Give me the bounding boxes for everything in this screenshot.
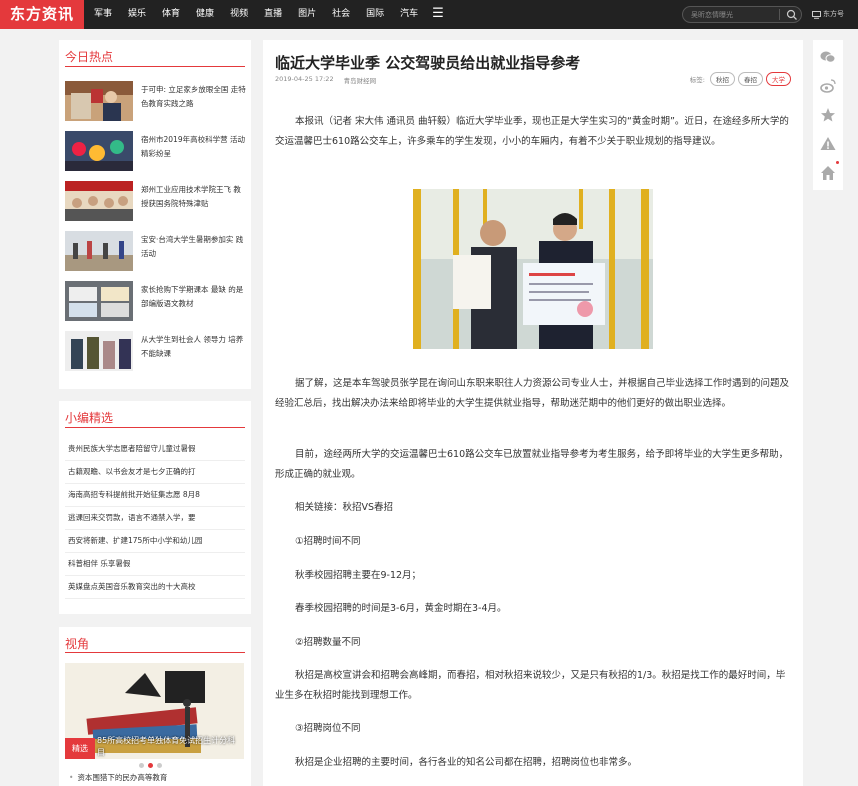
today-hot-title: 今日热点 [65, 50, 114, 64]
search-input[interactable] [691, 8, 775, 21]
article-photo [413, 189, 653, 349]
channel-nav: 军事 娱乐 体育 健康 视频 直播 图片 社会 国际 汽车 ☰ [86, 0, 450, 29]
divider [65, 652, 245, 653]
editor-picks-panel: 小编精选 贵州民族大学志愿者陪留守儿童过暑假 古籍观瞻、以书会友才是七夕正确的打… [59, 401, 251, 614]
hot-item-text: 宝安·台湾大学生暑期参加实 践活动 [141, 235, 244, 258]
nav-item-sports[interactable]: 体育 [154, 0, 188, 29]
hot-thumbnail [65, 231, 133, 271]
article-paragraph: 秋招是企业招聘的主要时间，各行各业的知名公司都在招聘，招聘岗位也非常多。 [295, 757, 638, 768]
hot-item[interactable]: 于可申: 立足家乡放眼全国 走特色教育实践之路 [65, 81, 247, 123]
carousel-dot-active[interactable] [148, 763, 153, 768]
hot-thumbnail [65, 131, 133, 171]
article-meta: 2019-04-25 17:22 青岛财经网 [275, 75, 376, 85]
article-paragraph: 目前，途经两所大学的交运温馨巴士610路公交车已放置就业指导参考为考生服务，给予… [275, 449, 789, 480]
nav-item-society[interactable]: 社会 [324, 0, 358, 29]
featured-caption[interactable]: 85所高校招考单独体育免试招生计分科目 [97, 735, 243, 759]
article-paragraph: 秋季校园招聘主要在9-12月； [295, 570, 422, 581]
carousel-dot[interactable] [157, 763, 162, 768]
search-divider [779, 9, 780, 20]
picks-list: 贵州民族大学志愿者陪留守儿童过暑假 古籍观瞻、以书会友才是七夕正确的打 海南高招… [65, 438, 245, 599]
hot-thumbnail [65, 281, 133, 321]
hot-thumbnail [65, 331, 133, 371]
nav-item-entertainment[interactable]: 娱乐 [120, 0, 154, 29]
hot-item-text: 家长抢购下学期课本 最缺 的是部编版语文教材 [141, 285, 244, 308]
hot-item-text: 郑州工业应用技术学院王飞 教授获国务院特殊津贴 [141, 185, 241, 208]
divider [65, 427, 245, 428]
carousel-dots [139, 763, 162, 768]
article-paragraph: 据了解，这是本车驾驶员张学昆在询问山东职来职往人力资源公司专业人士，并根据自己毕… [275, 378, 790, 409]
article-paragraph: 相关链接：秋招VS春招 [295, 502, 394, 513]
site-logo[interactable]: 东方资讯 [0, 0, 84, 29]
list-item[interactable]: 海南高招专科提前批开始征集志愿 8月8 [65, 484, 245, 507]
hot-item-text: 宿州市2019年高校科学营 活动精彩纷呈 [141, 135, 245, 158]
hot-item[interactable]: 宝安·台湾大学生暑期参加实 践活动 [65, 231, 247, 273]
tags-label: 标签: [689, 76, 705, 84]
hot-item[interactable]: 家长抢购下学期课本 最缺 的是部编版语文教材 [65, 281, 247, 323]
hot-item[interactable]: 宿州市2019年高校科学营 活动精彩纷呈 [65, 131, 247, 173]
share-toolbar [813, 40, 843, 190]
nav-item-pictures[interactable]: 图片 [290, 0, 324, 29]
list-item[interactable]: 逃课回来交罚款，语言不通禁入学，要 [65, 507, 245, 530]
views-title: 视角 [65, 637, 90, 651]
dongfanghao-label: 东方号 [823, 10, 844, 18]
star-icon[interactable] [819, 106, 837, 124]
nav-item-health[interactable]: 健康 [188, 0, 222, 29]
hot-item[interactable]: 郑州工业应用技术学院王飞 教授获国务院特殊津贴 [65, 181, 247, 223]
monitor-icon [812, 10, 821, 19]
hot-item-text: 从大学生到社会人 领导力 培养不能缺课 [141, 335, 244, 358]
article-title: 临近大学毕业季 公交驾驶员给出就业指导参考 [275, 54, 581, 72]
article-paragraph: 本报讯（记者 宋大伟 通讯员 曲轩毅）临近大学毕业季，现也正是大学生实习的“黄金… [275, 116, 789, 147]
list-item[interactable]: 英媒盘点英国音乐教育突出的十大高校 [65, 576, 245, 599]
article-source[interactable]: 青岛财经网 [344, 75, 377, 85]
views-panel: 视角 精选 85所高校招考单独体育免试招生计分科目 资本围猎下的民办高等教育 [59, 627, 251, 786]
hot-item-text: 于可申: 立足家乡放眼全国 走特色教育实践之路 [141, 85, 246, 108]
list-item[interactable]: 古籍观瞻、以书会友才是七夕正确的打 [65, 461, 245, 484]
nav-item-live[interactable]: 直播 [256, 0, 290, 29]
hot-item[interactable]: 从大学生到社会人 领导力 培养不能缺课 [65, 331, 247, 373]
tag-autumn-recruitment[interactable]: 秋招 [710, 72, 735, 86]
hot-thumbnail [65, 181, 133, 221]
article-paragraph: 春季校园招聘的时间是3-6月，黄金时期在3-4月。 [295, 603, 507, 614]
notification-dot [836, 161, 839, 164]
article-paragraph: 秋招是高校宣讲会和招聘会高峰期，而春招，相对秋招来说较少，又是只有秋招的1/3。… [275, 670, 786, 701]
divider [65, 66, 245, 67]
list-item[interactable]: 贵州民族大学志愿者陪留守儿童过暑假 [65, 438, 245, 461]
dongfanghao-link[interactable]: 东方号 [812, 0, 844, 29]
article-paragraph: ③招聘岗位不同 [295, 723, 361, 734]
tag-spring-recruitment[interactable]: 春招 [738, 72, 763, 86]
wechat-icon[interactable] [819, 48, 837, 66]
list-item[interactable]: 资本围猎下的民办高等教育 [69, 772, 167, 783]
search-icon[interactable] [786, 9, 798, 21]
article-paragraph: ①招聘时间不同 [295, 536, 361, 547]
list-item[interactable]: 西安将新建、扩建175所中小学和幼儿园 [65, 530, 245, 553]
nav-item-military[interactable]: 军事 [86, 0, 120, 29]
search-box [682, 6, 802, 23]
featured-badge: 精选 [65, 738, 95, 759]
menu-icon[interactable]: ☰ [426, 0, 450, 29]
list-item[interactable]: 科普相伴 乐享暑假 [65, 553, 245, 576]
nav-item-auto[interactable]: 汽车 [392, 0, 426, 29]
today-hot-panel: 今日热点 于可申: 立足家乡放眼全国 走特色教育实践之路 宿州市2019年高校科… [59, 40, 251, 389]
top-navigation-bar: 东方资讯 军事 娱乐 体育 健康 视频 直播 图片 社会 国际 汽车 ☰ 东方号 [0, 0, 858, 29]
article-date: 2019-04-25 17:22 [275, 75, 334, 83]
article-container: 临近大学毕业季 公交驾驶员给出就业指导参考 2019-04-25 17:22 青… [263, 40, 803, 786]
carousel-dot[interactable] [139, 763, 144, 768]
editor-picks-title: 小编精选 [65, 411, 114, 425]
warning-icon[interactable] [819, 135, 837, 153]
nav-item-video[interactable]: 视频 [222, 0, 256, 29]
tag-university[interactable]: 大学 [766, 72, 791, 86]
hot-thumbnail [65, 81, 133, 121]
weibo-icon[interactable] [819, 77, 837, 95]
article-tags: 标签: 秋招 春招 大学 [690, 72, 791, 86]
nav-item-international[interactable]: 国际 [358, 0, 392, 29]
home-icon[interactable] [819, 164, 837, 182]
article-paragraph: ②招聘数量不同 [295, 637, 361, 648]
